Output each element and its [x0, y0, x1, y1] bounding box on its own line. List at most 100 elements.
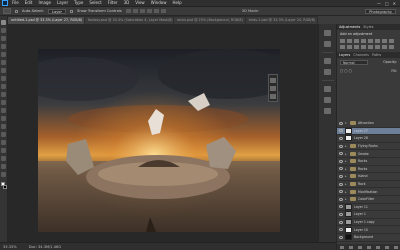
chevron-right-icon[interactable]: ▸ [345, 159, 348, 163]
visibility-eye-icon[interactable] [339, 129, 343, 133]
foreground-color-swatch[interactable] [0, 182, 5, 186]
layer-row[interactable]: ▸ Flying Rocks [337, 143, 400, 151]
vibrance-icon[interactable] [368, 39, 373, 43]
visibility-eye-icon[interactable] [339, 144, 343, 148]
clone-source-icon[interactable] [324, 108, 331, 114]
blend-mode-dropdown[interactable]: Normal [340, 60, 368, 65]
layer-row[interactable]: Background [337, 234, 400, 242]
align-middle-icon[interactable] [132, 9, 138, 13]
pen-tool-icon[interactable] [1, 132, 6, 137]
brush-tool-icon[interactable] [1, 76, 6, 81]
new-group-icon[interactable] [376, 245, 381, 249]
new-adjustment-icon[interactable] [366, 245, 371, 249]
add-mask-icon[interactable] [357, 245, 362, 249]
layer-row[interactable]: Layer 27 [337, 127, 400, 136]
layer-row[interactable]: ▸ Modification [337, 188, 400, 196]
move-tool-preset-icon[interactable] [3, 8, 11, 14]
selective-color-icon[interactable] [389, 45, 394, 49]
document-canvas[interactable] [38, 49, 280, 232]
menu-view[interactable]: View [135, 0, 145, 6]
document-tab[interactable]: birds-1.psd @ 33.3% (Layer 20, RGB/8)× [245, 17, 317, 24]
eyedropper-tool-icon[interactable] [1, 60, 6, 65]
align-center-icon[interactable] [153, 9, 159, 13]
menu-window[interactable]: Window [151, 0, 167, 6]
align-right-icon[interactable] [160, 9, 166, 13]
menu-help[interactable]: Help [172, 0, 181, 6]
auto-select-checkbox[interactable] [15, 9, 18, 13]
stamp-tool-icon[interactable] [1, 84, 6, 89]
curves-icon[interactable] [354, 39, 359, 43]
tab-styles[interactable]: Styles [363, 24, 373, 30]
visibility-eye-icon[interactable] [339, 159, 343, 163]
close-icon[interactable]: ✕ [393, 1, 396, 6]
menu-filter[interactable]: Filter [108, 0, 118, 6]
hue-saturation-icon[interactable] [375, 39, 380, 43]
document-tab[interactable]: fantasy.psd @ 33.3% (Saturation 4, Layer… [84, 17, 173, 24]
chevron-right-icon[interactable]: ▸ [345, 167, 348, 171]
align-top-icon[interactable] [125, 9, 131, 13]
chevron-down-icon[interactable]: ▾ [345, 121, 348, 125]
healing-tool-icon[interactable] [1, 68, 6, 73]
channel-mixer-icon[interactable] [347, 45, 352, 49]
color-lookup-icon[interactable] [354, 45, 359, 49]
visibility-eye-icon[interactable] [339, 182, 343, 186]
properties-icon[interactable] [324, 41, 331, 47]
layer-row[interactable]: Layer 10 [337, 226, 400, 234]
threshold-icon[interactable] [375, 45, 380, 49]
gradient-map-icon[interactable] [382, 45, 387, 49]
blur-tool-icon[interactable] [1, 116, 6, 121]
brightness-icon[interactable] [340, 39, 345, 43]
visibility-eye-icon[interactable] [339, 121, 343, 125]
menu-select[interactable]: Select [89, 0, 101, 6]
align-left-icon[interactable] [146, 9, 152, 13]
workspace-dropdown[interactable]: Photography [365, 8, 396, 14]
trash-icon[interactable] [394, 245, 399, 249]
layer-row[interactable]: Layer 1 copy [337, 219, 400, 227]
path-select-tool-icon[interactable] [1, 148, 6, 153]
menu-file[interactable]: File [12, 0, 19, 6]
visibility-eye-icon[interactable] [339, 205, 343, 209]
eraser-tool-icon[interactable] [1, 100, 6, 105]
visibility-eye-icon[interactable] [339, 136, 343, 140]
chevron-right-icon[interactable]: ▸ [345, 182, 348, 186]
link-icon[interactable] [339, 245, 344, 249]
auto-select-dropdown[interactable]: Layer [48, 8, 67, 14]
dodge-tool-icon[interactable] [1, 124, 6, 129]
gradient-tool-icon[interactable] [1, 108, 6, 113]
canvas-area[interactable] [8, 24, 318, 242]
type-tool-icon[interactable] [1, 140, 6, 145]
layer-row[interactable]: ▾ Attraction [337, 120, 400, 128]
paragraph-icon[interactable] [324, 69, 331, 75]
shape-tool-icon[interactable] [1, 156, 6, 161]
menu-edit[interactable]: Edit [25, 0, 33, 6]
minimize-icon[interactable]: — [377, 1, 381, 6]
maximize-icon[interactable]: □ [385, 1, 389, 6]
history-brush-icon[interactable] [1, 92, 6, 97]
tab-adjustments[interactable]: Adjustments [339, 24, 360, 30]
brush-presets-icon[interactable] [324, 97, 331, 103]
brush-icon[interactable] [324, 86, 331, 92]
marquee-tool-icon[interactable] [1, 28, 6, 33]
character-icon[interactable] [324, 58, 331, 64]
crop-tool-icon[interactable] [1, 52, 6, 57]
move-tool-icon[interactable] [1, 20, 6, 25]
black-white-icon[interactable] [389, 39, 394, 43]
invert-icon[interactable] [361, 45, 366, 49]
layer-row[interactable]: ▸ Island [337, 173, 400, 181]
layer-row[interactable]: Layer 1 [337, 211, 400, 219]
history-icon[interactable] [324, 30, 331, 36]
zoom-level[interactable]: 33.33% [3, 245, 17, 249]
chevron-right-icon[interactable]: ▸ [345, 197, 348, 201]
chevron-right-icon[interactable]: ▸ [345, 144, 348, 148]
menu-image[interactable]: Image [38, 0, 51, 6]
visibility-eye-icon[interactable] [339, 228, 343, 232]
chevron-right-icon[interactable]: ▸ [345, 190, 348, 194]
visibility-eye-icon[interactable] [339, 235, 343, 239]
photo-filter-icon[interactable] [340, 45, 345, 49]
document-tab[interactable]: untitled-1.psd @ 33.3% (Layer 27, RGB/8)… [8, 17, 84, 24]
layer-row[interactable]: ▸ Rocks [337, 158, 400, 166]
visibility-eye-icon[interactable] [339, 174, 343, 178]
exposure-icon[interactable] [361, 39, 366, 43]
visibility-eye-icon[interactable] [339, 212, 343, 216]
fx-icon[interactable] [348, 245, 353, 249]
